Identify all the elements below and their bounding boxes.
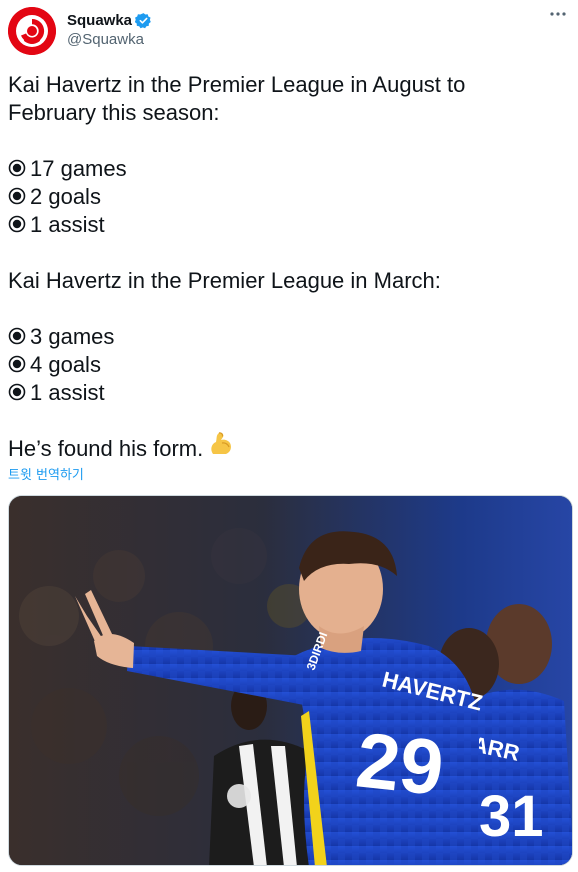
closing-text: He’s found his form. — [8, 436, 204, 461]
closing-line: He’s found his form. — [8, 431, 568, 463]
display-name[interactable]: Squawka — [67, 12, 132, 29]
verified-badge-icon — [134, 12, 152, 29]
stat-item: 2 goals — [8, 183, 568, 211]
radio-bullet-icon — [8, 187, 26, 205]
stat-text: 2 goals — [30, 184, 101, 209]
radio-bullet-icon — [8, 355, 26, 373]
shirt-number: 29 — [352, 715, 447, 812]
radio-bullet-icon — [8, 383, 26, 401]
radio-bullet-icon — [8, 327, 26, 345]
stat-text: 3 games — [30, 324, 115, 349]
radio-bullet-icon — [8, 159, 26, 177]
tweet-text: Kai Havertz in the Premier League in Aug… — [8, 71, 568, 463]
stat-item: 3 games — [8, 323, 568, 351]
radio-bullet-icon — [8, 215, 26, 233]
tweet-header: Squawka @Squawka — [8, 7, 570, 55]
flexed-biceps-icon — [207, 430, 235, 465]
stat-item: 17 games — [8, 155, 568, 183]
stat-item: 1 assist — [8, 211, 568, 239]
translate-tweet-link[interactable]: 트윗 번역하기 — [8, 464, 84, 483]
stat-text: 1 assist — [30, 380, 105, 405]
display-name-row: Squawka — [67, 10, 152, 30]
stat-text: 4 goals — [30, 352, 101, 377]
tweet-line: Kai Havertz in the Premier League in Mar… — [8, 268, 441, 293]
ellipsis-icon — [550, 12, 566, 16]
author-names: Squawka @Squawka — [67, 10, 152, 48]
stat-text: 1 assist — [30, 212, 105, 237]
background-player-number: 31 — [479, 784, 544, 849]
stat-item: 4 goals — [8, 351, 568, 379]
tweet-photo[interactable]: ARR 31 3DIRDI HAVERTZ 29 — [8, 495, 573, 866]
handle[interactable]: @Squawka — [67, 31, 152, 48]
tweet-line: February this season: — [8, 100, 220, 125]
tweet-line: Kai Havertz in the Premier League in Aug… — [8, 72, 466, 97]
stat-item: 1 assist — [8, 379, 568, 407]
squawka-logo-icon — [8, 7, 56, 55]
stat-text: 17 games — [30, 156, 127, 181]
more-options-button[interactable] — [548, 11, 568, 31]
avatar[interactable] — [8, 7, 56, 55]
havertz-photo-image: ARR 31 3DIRDI HAVERTZ 29 — [9, 496, 572, 865]
